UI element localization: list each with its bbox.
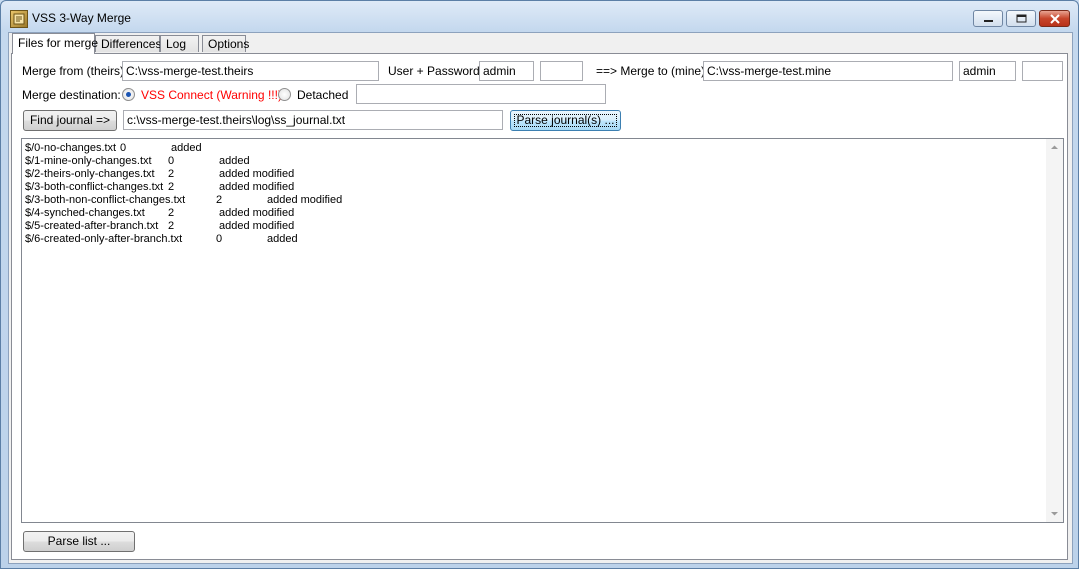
list-item[interactable]: $/0-no-changes.txt 0 added: [25, 142, 202, 155]
entry-changes: added modified: [219, 168, 295, 180]
scroll-down-arrow[interactable]: [1046, 505, 1063, 522]
entry-changes: added modified: [219, 207, 295, 219]
title-bar[interactable]: VSS 3-Way Merge: [1, 1, 1078, 35]
maximize-button[interactable]: [1006, 10, 1036, 27]
entry-count: 2: [168, 220, 175, 232]
list-item[interactable]: $/2-theirs-only-changes.txt 2 added modi…: [25, 168, 294, 181]
files-for-merge-panel: Merge from (theirs): User + Password ==>…: [11, 53, 1068, 560]
close-button[interactable]: [1039, 10, 1070, 27]
entry-count: 2: [168, 181, 175, 193]
journal-path-input[interactable]: [123, 110, 503, 130]
entry-file: $/3-both-non-conflict-changes.txt: [25, 194, 186, 206]
entry-file: $/0-no-changes.txt: [25, 142, 117, 154]
entry-file: $/5-created-after-branch.txt: [25, 220, 159, 232]
close-icon: [1050, 14, 1060, 24]
main-window: VSS 3-Way Merge Files for merge Differen…: [0, 0, 1079, 569]
entry-changes: added modified: [219, 181, 295, 193]
merge-from-input[interactable]: [122, 61, 379, 81]
chevron-up-icon: [1051, 145, 1058, 149]
tab-options[interactable]: Options: [202, 35, 249, 52]
maximize-icon: [1016, 14, 1027, 23]
detached-input[interactable]: [356, 84, 606, 104]
password-theirs-input[interactable]: [540, 61, 583, 81]
list-item[interactable]: $/4-synched-changes.txt 2 added modified: [25, 207, 294, 220]
focus-rectangle: [514, 114, 617, 127]
entry-changes: added: [267, 233, 298, 245]
detached-label[interactable]: Detached: [297, 88, 348, 102]
entry-file: $/2-theirs-only-changes.txt: [25, 168, 155, 180]
list-item[interactable]: $/3-both-conflict-changes.txt 2 added mo…: [25, 181, 294, 194]
entry-count: 2: [168, 168, 175, 180]
tab-files-for-merge[interactable]: Files for merge: [12, 33, 98, 54]
scroll-up-arrow[interactable]: [1046, 139, 1063, 156]
list-item[interactable]: $/1-mine-only-changes.txt 0 added: [25, 155, 250, 168]
user-theirs-input[interactable]: [479, 61, 534, 81]
list-item[interactable]: $/3-both-non-conflict-changes.txt 2 adde…: [25, 194, 342, 207]
list-item[interactable]: $/5-created-after-branch.txt 2 added mod…: [25, 220, 294, 233]
user-password-label: User + Password: [388, 64, 480, 78]
minimize-icon: [984, 20, 993, 22]
chevron-down-icon: [1051, 512, 1058, 516]
merge-to-input[interactable]: [703, 61, 953, 81]
merge-from-label: Merge from (theirs):: [22, 64, 128, 78]
minimize-button[interactable]: [973, 10, 1003, 27]
entry-file: $/1-mine-only-changes.txt: [25, 155, 152, 167]
detached-radio[interactable]: [278, 88, 291, 101]
tab-differences[interactable]: Differences: [95, 35, 161, 52]
parse-journals-button[interactable]: Parse journal(s) ...: [510, 110, 621, 131]
entry-count: 2: [168, 207, 175, 219]
entry-count: 0: [216, 233, 223, 245]
entry-count: 0: [168, 155, 175, 167]
user-mine-input[interactable]: [959, 61, 1016, 81]
parse-list-button[interactable]: Parse list ...: [23, 531, 135, 552]
app-icon: [10, 10, 28, 28]
entry-file: $/4-synched-changes.txt: [25, 207, 145, 219]
entry-changes: added: [219, 155, 250, 167]
vss-connect-label[interactable]: VSS Connect (Warning !!!): [141, 88, 282, 102]
entry-file: $/6-created-only-after-branch.txt: [25, 233, 183, 245]
entry-file: $/3-both-conflict-changes.txt: [25, 181, 164, 193]
entry-count: 0: [120, 142, 127, 154]
merge-destination-label: Merge destination:: [22, 88, 121, 102]
tab-log[interactable]: Log: [160, 35, 199, 52]
window-title: VSS 3-Way Merge: [32, 11, 131, 25]
vss-connect-radio[interactable]: [122, 88, 135, 101]
client-area: Files for merge Differences Log Options …: [8, 32, 1073, 564]
journal-entries-list[interactable]: $/0-no-changes.txt 0 added $/1-mine-only…: [21, 138, 1064, 523]
find-journal-button[interactable]: Find journal =>: [23, 110, 117, 131]
entry-changes: added modified: [267, 194, 343, 206]
merge-to-label: ==> Merge to (mine):: [596, 64, 709, 78]
entry-changes: added modified: [219, 220, 295, 232]
list-item[interactable]: $/6-created-only-after-branch.txt 0 adde…: [25, 233, 298, 246]
password-mine-input[interactable]: [1022, 61, 1063, 81]
entry-changes: added: [171, 142, 202, 154]
vertical-scrollbar[interactable]: [1046, 139, 1063, 522]
entry-count: 2: [216, 194, 223, 206]
